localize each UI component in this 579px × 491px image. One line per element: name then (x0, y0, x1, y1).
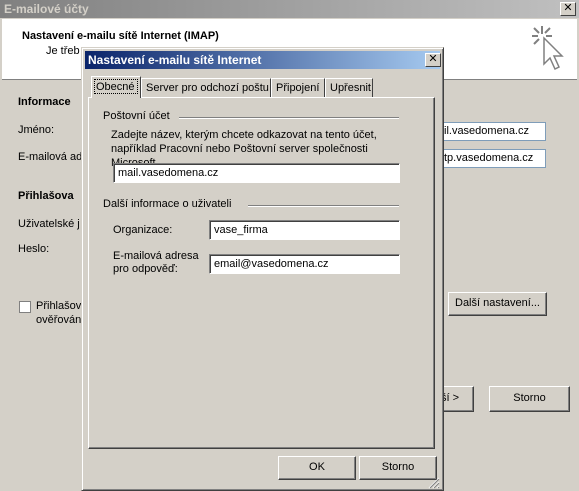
background-window-title: E-mailové účty (4, 2, 89, 16)
background-label-username: Uživatelské j (18, 218, 80, 230)
background-label-name: Jméno: (18, 124, 55, 136)
reply-address-label-line2: pro odpověď: (113, 263, 178, 275)
background-login-checkbox[interactable] (19, 301, 31, 313)
group-label-user-info: Další informace o uživateli (103, 198, 232, 210)
background-header-subtitle: Je třeb (46, 45, 80, 57)
background-section-info: Informace (18, 96, 71, 108)
resize-grip-icon[interactable] (428, 477, 440, 489)
account-name-input[interactable]: mail.vasedomena.cz (113, 163, 400, 183)
wizard-cursor-icon (532, 26, 564, 71)
background-checkbox-label-line2: ověřován (36, 314, 82, 326)
dialog-title: Nastavení e-mailu sítě Internet (88, 53, 262, 67)
background-outgoing-server-input[interactable]: tp.vasedomena.cz (440, 149, 546, 168)
background-window-titlebar: E-mailové účty (0, 0, 579, 18)
tab-advanced[interactable]: Upřesnit (325, 78, 373, 97)
organization-input[interactable]: vase_firma (209, 220, 400, 240)
dialog-close-button[interactable]: ✕ (425, 53, 441, 67)
reply-address-label-line1: E-mailová adresa (113, 250, 199, 262)
settings-dialog: Nastavení e-mailu sítě Internet ✕ Obecné… (81, 47, 444, 491)
group-divider-user-info (248, 205, 399, 207)
dialog-titlebar: Nastavení e-mailu sítě Internet (85, 51, 440, 69)
tab-outgoing-server[interactable]: Server pro odchozí poštu (141, 78, 271, 97)
background-header-title: Nastavení e-mailu sítě Internet (IMAP) (22, 30, 219, 42)
background-label-email: E-mailová ad (18, 151, 83, 163)
background-close-button[interactable]: ✕ (560, 2, 576, 16)
background-checkbox-label-line1: Přihlašov (36, 300, 82, 312)
background-cancel-button[interactable]: Storno (489, 386, 570, 412)
tab-connection[interactable]: Připojení (271, 78, 325, 97)
tab-focus-indicator (94, 79, 138, 94)
more-settings-button[interactable]: Další nastavení... (448, 292, 547, 316)
organization-label: Organizace: (113, 224, 173, 236)
dialog-ok-button[interactable]: OK (278, 456, 356, 480)
tab-panel-general: Poštovní účet Zadejte název, kterým chce… (88, 97, 435, 449)
reply-address-input[interactable]: email@vasedomena.cz (209, 254, 400, 274)
background-label-password: Heslo: (18, 243, 50, 255)
background-section-login: Přihlašova (18, 190, 74, 202)
dialog-cancel-button[interactable]: Storno (359, 456, 437, 480)
group-divider-mail-account (179, 117, 399, 119)
group-label-mail-account: Poštovní účet (103, 110, 170, 122)
background-incoming-server-input[interactable]: il.vasedomena.cz (440, 122, 546, 141)
